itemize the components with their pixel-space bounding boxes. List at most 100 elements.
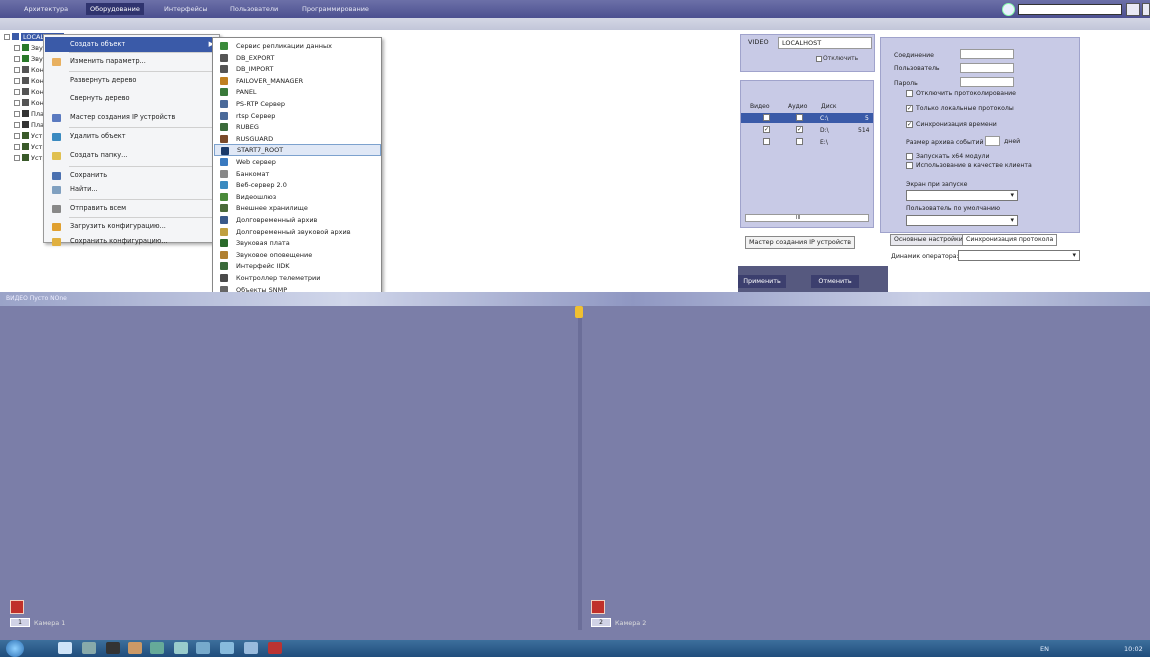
app-icon[interactable] [150,642,164,654]
app-icon[interactable] [196,642,210,654]
tab-programming[interactable]: Программирование [298,3,373,15]
menu-item[interactable]: Сохранить конфигурацию... [45,234,219,249]
tab-interfaces[interactable]: Интерфейсы [160,3,212,15]
time-sync-checkbox[interactable]: ✓ [906,121,913,128]
menu-item[interactable]: Загрузить конфигурацию... [45,219,219,234]
tree-item[interactable]: Пла [14,109,44,120]
x64-checkbox[interactable] [906,153,913,160]
layout-grid-icon[interactable] [1126,3,1140,16]
submenu-item[interactable]: Интерфейс IIDK [214,260,381,272]
video-checkbox[interactable] [763,114,770,121]
app-icon[interactable] [220,642,234,654]
local-only-checkbox[interactable]: ✓ [906,105,913,112]
menu-item[interactable]: Создать папку... [45,148,219,163]
submenu-item[interactable]: DB_IMPORT [214,63,381,75]
submenu-item[interactable]: FAILOVER_MANAGER [214,75,381,87]
panel-separator[interactable] [0,292,1150,306]
camera-alarm-icon[interactable] [10,600,24,614]
submenu-item[interactable]: Контроллер телеметрии [214,272,381,284]
operator-speaker-select[interactable] [958,250,1080,261]
language-indicator[interactable]: EN [1040,645,1049,653]
submenu-item[interactable]: START7_ROOT [214,144,381,157]
camera-view-2[interactable] [582,306,1150,630]
tab-equipment[interactable]: Оборудование [86,3,144,15]
app-icon[interactable] [244,642,258,654]
app-icon[interactable] [128,642,142,654]
submenu-item[interactable]: DB_EXPORT [214,52,381,64]
start-button-icon[interactable] [6,640,24,657]
menu-item[interactable]: Свернуть дерево [45,91,219,106]
ip-wizard-button[interactable]: Мастер создания IP устройств [745,236,855,249]
submenu-item[interactable]: Долговременный звуковой архив [214,226,381,238]
cancel-button[interactable]: Отменить [811,275,859,288]
submenu-item[interactable]: Сервис репликации данных [214,40,381,52]
event-archive-input[interactable] [985,136,1000,146]
menu-item[interactable]: Развернуть дерево [45,73,219,88]
disable-checkbox[interactable] [816,56,822,62]
table-scrollbar[interactable]: III [745,214,869,222]
default-user-select[interactable] [906,215,1018,226]
tab-users[interactable]: Пользователи [226,3,282,15]
menu-item[interactable]: Создать объект▶ [45,37,219,52]
audio-checkbox[interactable]: ✓ [796,126,803,133]
app-icon[interactable] [82,642,96,654]
tree-item[interactable]: Кон [14,98,44,109]
submenu-item[interactable]: Внешнее хранилище [214,202,381,214]
submenu-item[interactable]: Звуковая плата [214,237,381,249]
tree-item[interactable]: Зву [14,54,43,65]
tab-protocol-sync[interactable]: Синхронизация протокола [962,234,1058,246]
menu-icon[interactable] [1142,3,1150,16]
connection-input[interactable] [960,49,1014,59]
video-checkbox[interactable]: ✓ [763,126,770,133]
clock[interactable]: 10:02 [1124,645,1143,653]
tree-item[interactable]: Пла [14,120,44,131]
submenu-item[interactable]: rtsp Сервер [214,110,381,122]
menu-item[interactable]: Найти... [45,182,219,197]
submenu-item[interactable]: Веб-сервер 2.0 [214,179,381,191]
video-checkbox[interactable] [763,138,770,145]
submenu-item[interactable]: Видеошлюз [214,191,381,203]
host-field[interactable]: LOCALHOST [778,37,872,49]
submenu-item[interactable]: Долговременный архив [214,214,381,226]
drag-handle-icon[interactable] [575,306,583,318]
menu-item[interactable]: Отправить всем [45,201,219,216]
menu-item[interactable]: Изменить параметр... [45,54,219,69]
submenu-item[interactable]: PANEL [214,86,381,98]
add-icon[interactable] [1002,3,1015,16]
audio-checkbox[interactable] [796,114,803,121]
password-input[interactable] [960,77,1014,87]
submenu-item[interactable]: Web сервер [214,156,381,168]
tree-item[interactable]: Кон [14,76,44,87]
audio-checkbox[interactable] [796,138,803,145]
submenu-item[interactable]: Звуковое оповещение [214,249,381,261]
submenu-item[interactable]: Банкомат [214,168,381,180]
camera-alarm-icon[interactable] [591,600,605,614]
submenu-item[interactable]: RUBEG [214,121,381,133]
tab-architecture[interactable]: Архитектура [20,3,72,15]
search-input[interactable] [1018,4,1122,15]
camera-view-1[interactable] [0,306,578,630]
tree-item[interactable]: Устр [14,153,46,164]
submenu-item[interactable]: RUSGUARD [214,133,381,145]
app-icon[interactable] [174,642,188,654]
as-client-checkbox[interactable] [906,162,913,169]
menu-item[interactable]: Мастер создания IP устройств [45,110,219,125]
submenu-item[interactable]: PS-RTP Сервер [214,98,381,110]
camera-divider[interactable] [578,306,582,630]
disable-log-checkbox[interactable] [906,90,913,97]
tree-item[interactable]: Устр [14,131,46,142]
tree-item[interactable]: Устр [14,142,46,153]
start-screen-select[interactable] [906,190,1018,201]
terminal-icon[interactable] [106,642,120,654]
tab-main-settings[interactable]: Основные настройки [890,234,967,246]
table-row-selected[interactable] [741,113,873,123]
user-input[interactable] [960,63,1014,73]
tree-item[interactable]: Зву [14,43,43,54]
tree-item[interactable]: Кон [14,65,44,76]
menu-item[interactable]: Сохранить [45,168,219,183]
apply-button[interactable]: Применить [738,275,786,288]
explorer-icon[interactable] [58,642,72,654]
tree-item[interactable]: Кон [14,87,44,98]
app-icon[interactable] [268,642,282,654]
menu-item[interactable]: Удалить объект [45,129,219,144]
